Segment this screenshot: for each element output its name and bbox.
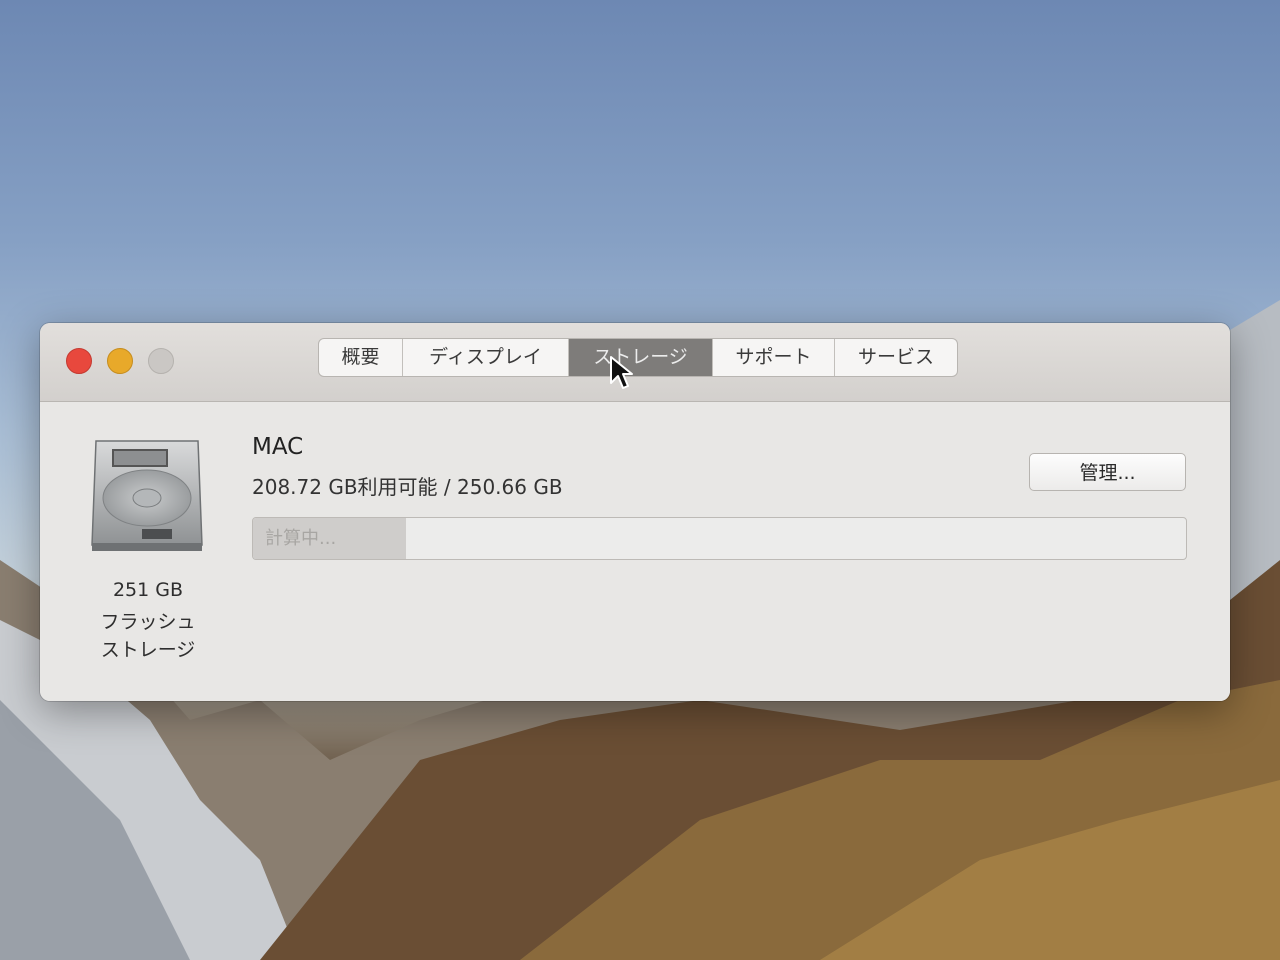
volume-name: MAC (252, 434, 304, 460)
storage-calculating-label: 計算中... (265, 528, 337, 549)
storage-panel: 251 GB フラッシュ ストレージ MAC 208.72 GB利用可能 / 2… (40, 402, 1230, 701)
storage-usage-bar: 計算中... (252, 517, 1187, 560)
disk-capacity: 251 GB (112, 579, 184, 601)
close-button[interactable] (66, 348, 92, 374)
tab-overview[interactable]: 概要 (319, 339, 403, 376)
minimize-button[interactable] (107, 348, 133, 374)
about-this-mac-window: 概要 ディスプレイ ストレージ サポート サービス 251 GB フラッシュ ス… (40, 323, 1230, 701)
tab-storage[interactable]: ストレージ (569, 339, 713, 376)
disk-type-line1: フラッシュ (100, 611, 196, 633)
manage-button[interactable]: 管理... (1029, 453, 1186, 491)
tab-support[interactable]: サポート (713, 339, 835, 376)
disk-type-line2: ストレージ (100, 639, 196, 661)
tab-bar: 概要 ディスプレイ ストレージ サポート サービス (318, 338, 958, 377)
tab-service[interactable]: サービス (835, 339, 957, 376)
zoom-button[interactable] (148, 348, 174, 374)
tab-display[interactable]: ディスプレイ (403, 339, 569, 376)
window-titlebar[interactable]: 概要 ディスプレイ ストレージ サポート サービス (40, 323, 1230, 402)
hard-drive-icon (91, 440, 203, 551)
volume-available-space: 208.72 GB利用可能 / 250.66 GB (252, 475, 563, 499)
desktop-wallpaper: 概要 ディスプレイ ストレージ サポート サービス 251 GB フラッシュ ス… (0, 0, 1280, 960)
mouse-pointer-icon (610, 356, 633, 389)
